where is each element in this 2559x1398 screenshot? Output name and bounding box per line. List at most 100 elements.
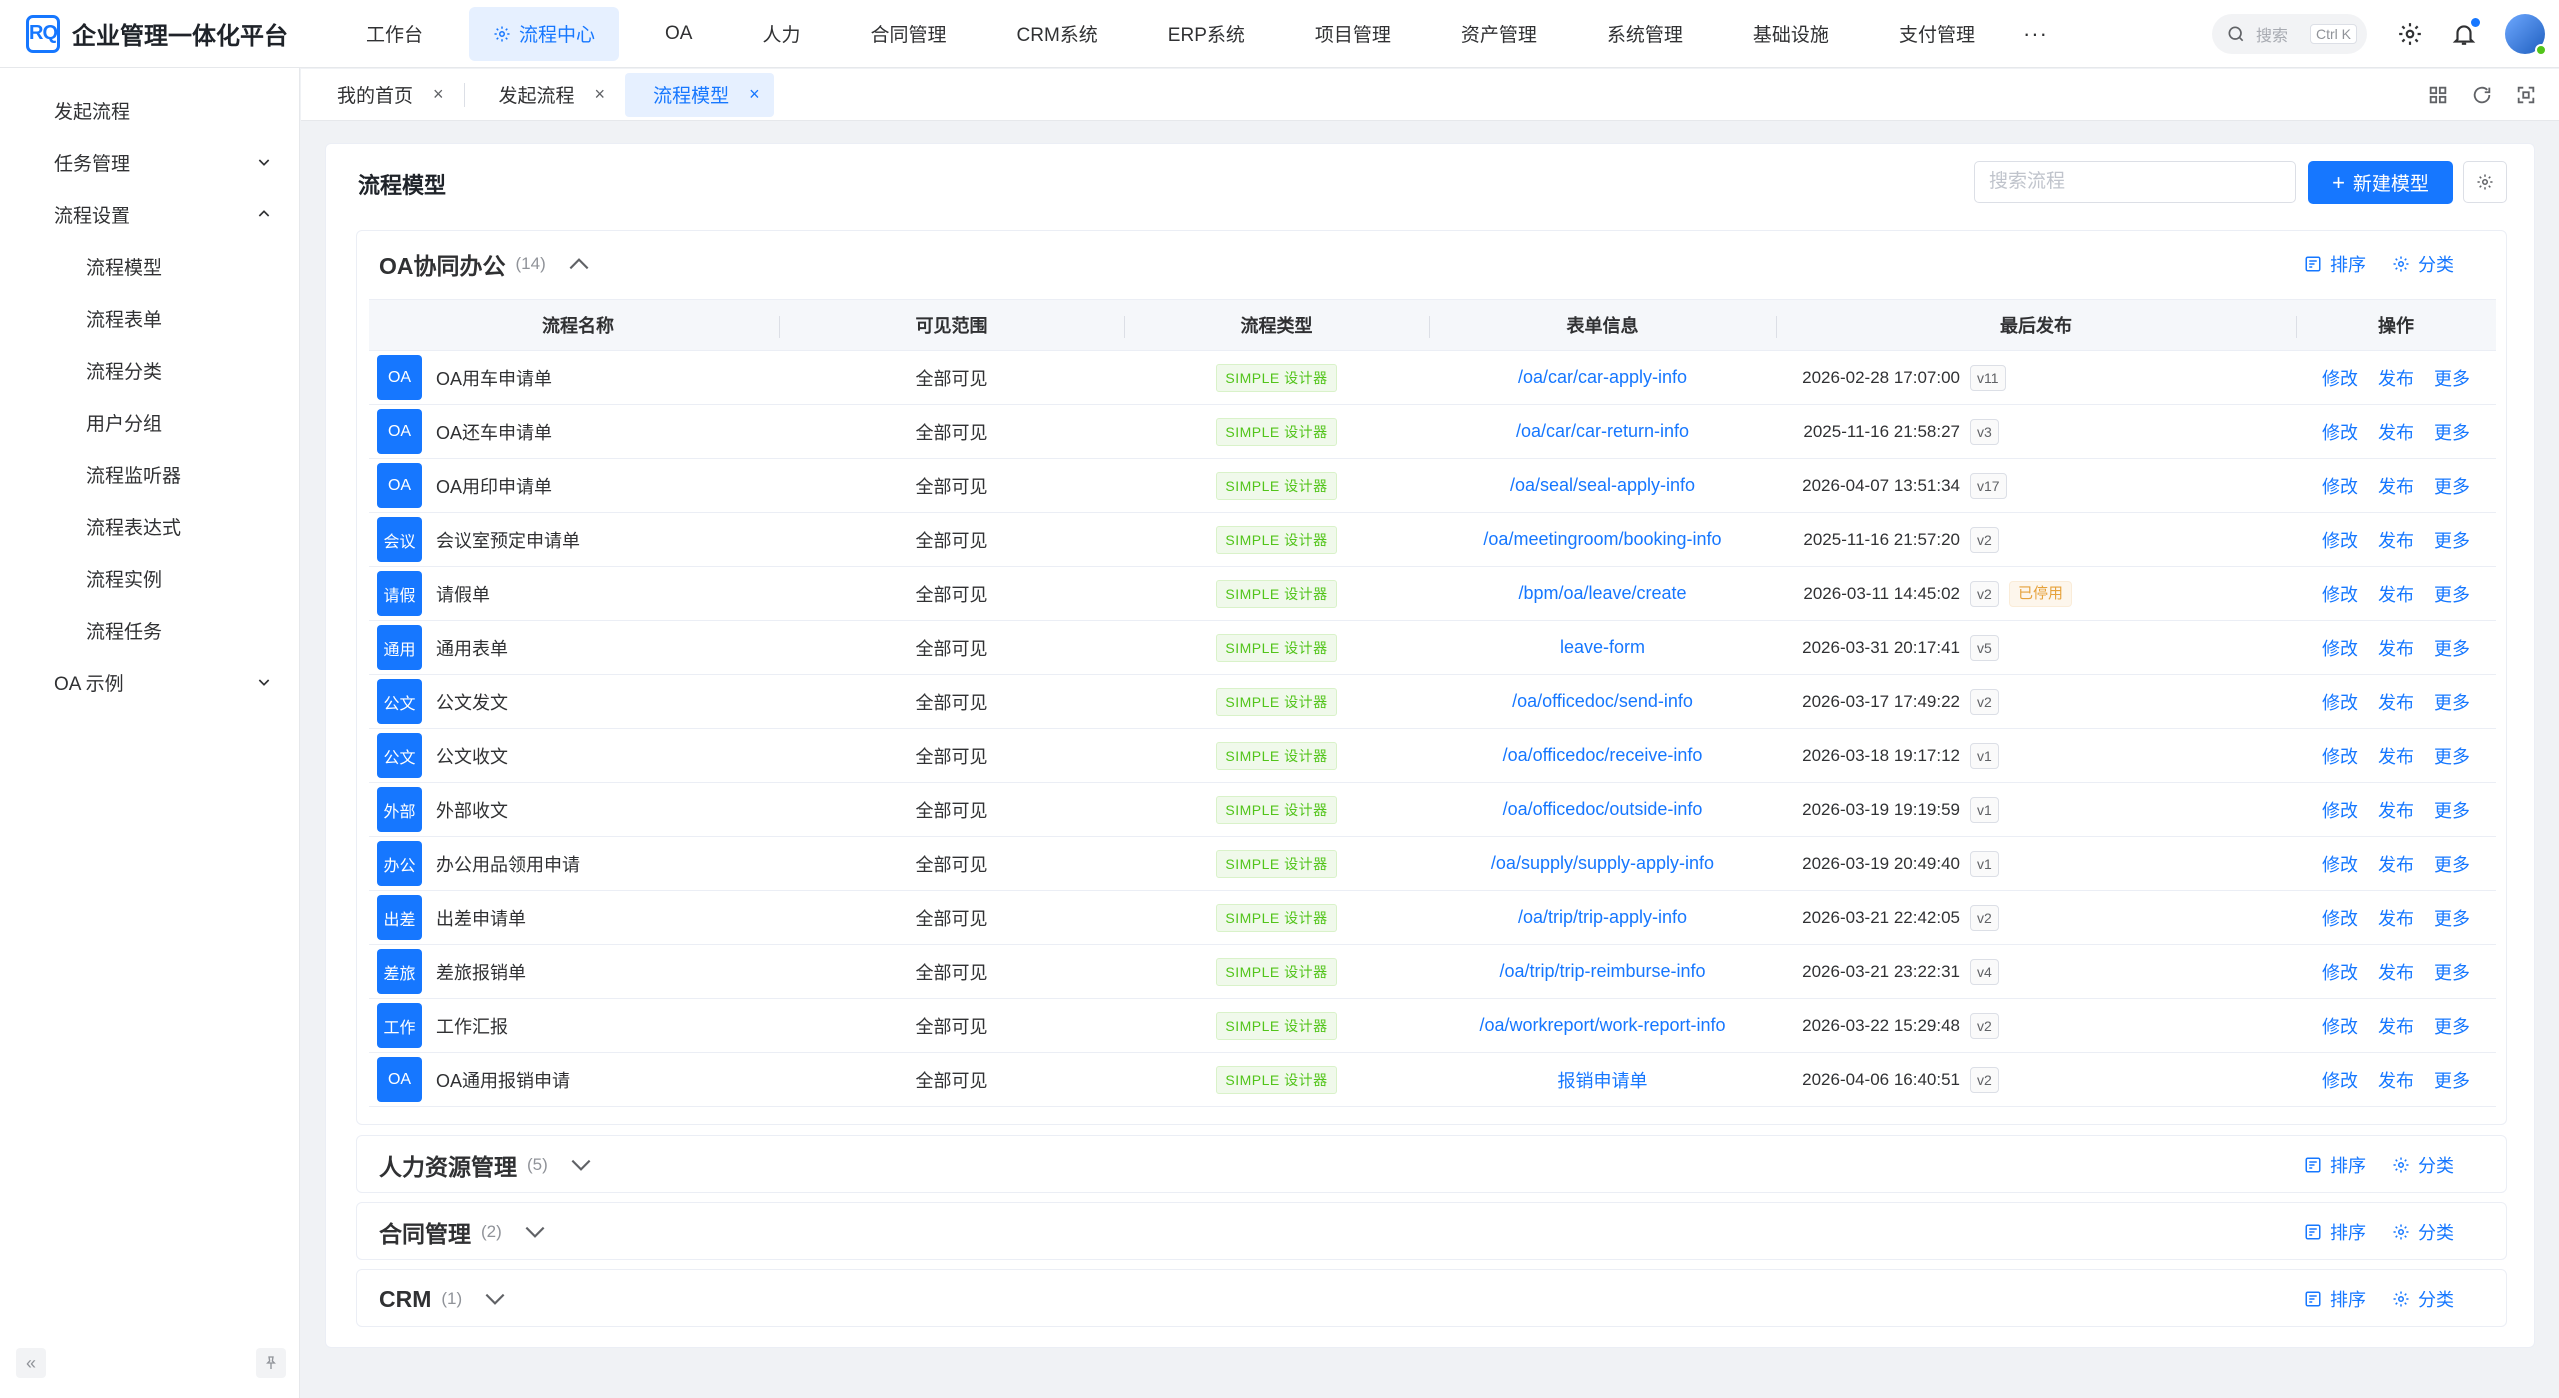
- form-link[interactable]: /oa/seal/seal-apply-info: [1510, 475, 1695, 496]
- more-link[interactable]: 更多: [2434, 473, 2470, 499]
- search-process-input[interactable]: [1974, 161, 2296, 203]
- more-link[interactable]: 更多: [2434, 581, 2470, 607]
- edit-link[interactable]: 修改: [2322, 905, 2358, 931]
- publish-link[interactable]: 发布: [2378, 473, 2414, 499]
- publish-link[interactable]: 发布: [2378, 527, 2414, 553]
- nav-item-3[interactable]: 人力: [738, 7, 824, 61]
- close-icon[interactable]: ×: [749, 84, 760, 105]
- sort-button[interactable]: 排序: [2304, 1219, 2366, 1245]
- more-link[interactable]: 更多: [2434, 1013, 2470, 1039]
- more-link[interactable]: 更多: [2434, 743, 2470, 769]
- publish-link[interactable]: 发布: [2378, 1013, 2414, 1039]
- group-header[interactable]: CRM (1) 排序 分类: [357, 1270, 2506, 1328]
- edit-link[interactable]: 修改: [2322, 527, 2358, 553]
- form-link[interactable]: /oa/car/car-return-info: [1516, 421, 1689, 442]
- more-link[interactable]: 更多: [2434, 1067, 2470, 1093]
- edit-link[interactable]: 修改: [2322, 581, 2358, 607]
- category-button[interactable]: 分类: [2392, 1152, 2454, 1178]
- sidebar-item-7[interactable]: 流程监听器: [0, 450, 300, 498]
- publish-link[interactable]: 发布: [2378, 581, 2414, 607]
- sort-button[interactable]: 排序: [2304, 1286, 2366, 1312]
- publish-link[interactable]: 发布: [2378, 635, 2414, 661]
- tab-0[interactable]: 我的首页 ×: [309, 73, 458, 117]
- form-link[interactable]: /oa/trip/trip-apply-info: [1518, 907, 1687, 928]
- publish-link[interactable]: 发布: [2378, 851, 2414, 877]
- publish-link[interactable]: 发布: [2378, 743, 2414, 769]
- card-settings-button[interactable]: [2463, 161, 2507, 203]
- category-button[interactable]: 分类: [2392, 1286, 2454, 1312]
- sidebar-item-2[interactable]: 流程设置: [0, 190, 300, 238]
- edit-link[interactable]: 修改: [2322, 635, 2358, 661]
- grid-icon[interactable]: [2427, 84, 2449, 106]
- form-link[interactable]: leave-form: [1560, 637, 1645, 658]
- edit-link[interactable]: 修改: [2322, 419, 2358, 445]
- edit-link[interactable]: 修改: [2322, 1013, 2358, 1039]
- more-link[interactable]: 更多: [2434, 959, 2470, 985]
- nav-item-2[interactable]: OA: [641, 7, 716, 61]
- more-link[interactable]: 更多: [2434, 851, 2470, 877]
- sidebar-item-5[interactable]: 流程分类: [0, 346, 300, 394]
- form-link[interactable]: /oa/officedoc/outside-info: [1503, 799, 1703, 820]
- publish-link[interactable]: 发布: [2378, 689, 2414, 715]
- more-link[interactable]: 更多: [2434, 419, 2470, 445]
- new-model-button[interactable]: + 新建模型: [2308, 161, 2453, 204]
- nav-item-9[interactable]: 系统管理: [1583, 7, 1707, 61]
- tab-2[interactable]: 流程模型 ×: [625, 72, 774, 117]
- more-link[interactable]: 更多: [2434, 527, 2470, 553]
- chevron-down-icon[interactable]: [568, 1152, 594, 1178]
- pin-sidebar-button[interactable]: [256, 1348, 286, 1378]
- chevron-up-icon[interactable]: [566, 251, 592, 277]
- more-link[interactable]: 更多: [2434, 905, 2470, 931]
- sidebar-item-4[interactable]: 流程表单: [0, 294, 300, 342]
- sidebar-item-8[interactable]: 流程表达式: [0, 502, 300, 550]
- edit-link[interactable]: 修改: [2322, 1067, 2358, 1093]
- nav-item-0[interactable]: 工作台: [342, 7, 447, 61]
- form-link[interactable]: /oa/trip/trip-reimburse-info: [1499, 961, 1705, 982]
- nav-item-5[interactable]: CRM系统: [993, 7, 1122, 61]
- more-link[interactable]: 更多: [2434, 689, 2470, 715]
- category-button[interactable]: 分类: [2392, 251, 2454, 277]
- nav-item-7[interactable]: 项目管理: [1291, 7, 1415, 61]
- refresh-tab-icon[interactable]: [2471, 84, 2493, 106]
- sidebar-item-11[interactable]: OA 示例: [0, 658, 300, 706]
- nav-item-11[interactable]: 支付管理: [1875, 7, 1999, 61]
- nav-item-6[interactable]: ERP系统: [1144, 7, 1269, 61]
- publish-link[interactable]: 发布: [2378, 365, 2414, 391]
- publish-link[interactable]: 发布: [2378, 905, 2414, 931]
- publish-link[interactable]: 发布: [2378, 419, 2414, 445]
- sidebar-item-0[interactable]: 发起流程: [0, 86, 300, 134]
- sidebar-item-9[interactable]: 流程实例: [0, 554, 300, 602]
- sort-button[interactable]: 排序: [2304, 251, 2366, 277]
- sidebar-item-1[interactable]: 任务管理: [0, 138, 300, 186]
- form-link[interactable]: /oa/workreport/work-report-info: [1479, 1015, 1725, 1036]
- chevron-down-icon[interactable]: [482, 1286, 508, 1312]
- form-link[interactable]: /oa/car/car-apply-info: [1518, 367, 1687, 388]
- nav-item-10[interactable]: 基础设施: [1729, 7, 1853, 61]
- edit-link[interactable]: 修改: [2322, 365, 2358, 391]
- edit-link[interactable]: 修改: [2322, 689, 2358, 715]
- form-link[interactable]: /oa/meetingroom/booking-info: [1483, 529, 1721, 550]
- close-icon[interactable]: ×: [433, 84, 444, 105]
- nav-item-1[interactable]: 流程中心: [469, 6, 620, 61]
- gear-icon[interactable]: [2397, 21, 2423, 47]
- edit-link[interactable]: 修改: [2322, 851, 2358, 877]
- edit-link[interactable]: 修改: [2322, 473, 2358, 499]
- tab-1[interactable]: 发起流程 ×: [471, 73, 620, 117]
- fullscreen-icon[interactable]: [2515, 84, 2537, 106]
- collapse-sidebar-button[interactable]: «: [16, 1348, 46, 1378]
- form-link[interactable]: /oa/supply/supply-apply-info: [1491, 853, 1714, 874]
- sort-button[interactable]: 排序: [2304, 1152, 2366, 1178]
- more-link[interactable]: 更多: [2434, 365, 2470, 391]
- publish-link[interactable]: 发布: [2378, 797, 2414, 823]
- form-link[interactable]: /oa/officedoc/receive-info: [1503, 745, 1703, 766]
- avatar[interactable]: [2505, 14, 2547, 56]
- group-header[interactable]: 人力资源管理 (5) 排序 分类: [357, 1136, 2506, 1194]
- chevron-down-icon[interactable]: [522, 1219, 548, 1245]
- more-link[interactable]: 更多: [2434, 797, 2470, 823]
- form-link[interactable]: /oa/officedoc/send-info: [1512, 691, 1693, 712]
- publish-link[interactable]: 发布: [2378, 1067, 2414, 1093]
- edit-link[interactable]: 修改: [2322, 743, 2358, 769]
- form-link[interactable]: 报销申请单: [1558, 1067, 1648, 1093]
- more-link[interactable]: 更多: [2434, 635, 2470, 661]
- group-header[interactable]: OA协同办公 (14) 排序 分类: [357, 231, 2506, 297]
